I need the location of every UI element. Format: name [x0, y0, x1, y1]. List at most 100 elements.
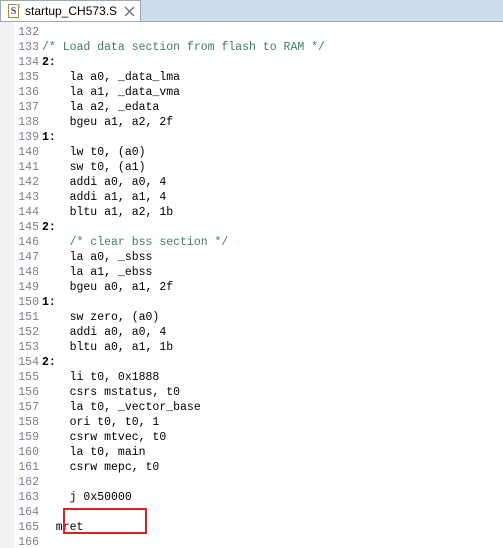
code-line[interactable]: 151 sw zero, (a0) [0, 310, 503, 325]
tab-startup-ch573-s[interactable]: S startup_CH573.S [0, 0, 142, 21]
code-line[interactable]: 155 li t0, 0x1888 [0, 370, 503, 385]
line-number: 160 [18, 446, 39, 459]
code-text: csrw mepc, t0 [42, 461, 160, 474]
assembly-file-icon: S [7, 3, 20, 19]
line-number: 157 [18, 401, 39, 414]
line-number: 156 [18, 386, 39, 399]
line-number: 134 [18, 56, 39, 69]
code-line[interactable]: 140 lw t0, (a0) [0, 145, 503, 160]
code-line[interactable]: 138 bgeu a1, a2, 2f [0, 115, 503, 130]
code-line[interactable]: 149 bgeu a0, a1, 2f [0, 280, 503, 295]
code-line[interactable]: 159 csrw mtvec, t0 [0, 430, 503, 445]
code-text: j 0x50000 [42, 491, 132, 504]
line-number: 132 [18, 26, 39, 39]
code-line[interactable]: 133/* Load data section from flash to RA… [0, 40, 503, 55]
line-number: 148 [18, 266, 39, 279]
code-text: ori t0, t0, 1 [42, 416, 160, 429]
code-text: /* clear bss section */ [42, 236, 229, 249]
code-line[interactable]: 142 addi a0, a0, 4 [0, 175, 503, 190]
code-editor-content[interactable]: 132 133/* Load data section from flash to… [0, 22, 503, 548]
code-text: addi a1, a1, 4 [42, 191, 167, 204]
code-line[interactable]: 158 ori t0, t0, 1 [0, 415, 503, 430]
code-text: sw zero, (a0) [42, 311, 160, 324]
code-text: addi a0, a0, 4 [42, 326, 167, 339]
line-number: 164 [18, 506, 39, 519]
line-number: 153 [18, 341, 39, 354]
code-line[interactable]: 135 la a0, _data_lma [0, 70, 503, 85]
code-line[interactable]: 146 /* clear bss section */ [0, 235, 503, 250]
code-line[interactable]: 136 la a1, _data_vma [0, 85, 503, 100]
code-text: sw t0, (a1) [42, 161, 146, 174]
line-number: 137 [18, 101, 39, 114]
code-line[interactable]: 164 [0, 505, 503, 520]
code-text: bltu a0, a1, 1b [42, 341, 174, 354]
line-number: 143 [18, 191, 39, 204]
code-text: 2: [42, 221, 56, 234]
line-number: 161 [18, 461, 39, 474]
code-text: la a0, _data_lma [42, 71, 181, 84]
close-icon[interactable] [124, 6, 135, 17]
line-number: 154 [18, 356, 39, 369]
code-text: bltu a1, a2, 1b [42, 206, 174, 219]
tab-title: startup_CH573.S [25, 4, 118, 18]
code-line-list: 132 133/* Load data section from flash to… [0, 22, 503, 548]
code-line[interactable]: 143 addi a1, a1, 4 [0, 190, 503, 205]
code-line[interactable]: 153 bltu a0, a1, 1b [0, 340, 503, 355]
line-number: 166 [18, 536, 39, 548]
code-text: bgeu a1, a2, 2f [42, 116, 174, 129]
code-line[interactable]: 132 [0, 25, 503, 40]
code-text: 1: [42, 131, 56, 144]
code-line[interactable]: 134 2: [0, 55, 503, 70]
code-line[interactable]: 154 2: [0, 355, 503, 370]
line-number: 141 [18, 161, 39, 174]
code-line[interactable]: 166 [0, 535, 503, 548]
line-number: 144 [18, 206, 39, 219]
code-line[interactable]: 150 1: [0, 295, 503, 310]
line-number: 165 [18, 521, 39, 534]
line-number: 135 [18, 71, 39, 84]
line-number: 149 [18, 281, 39, 294]
code-line[interactable]: 144 bltu a1, a2, 1b [0, 205, 503, 220]
code-text: csrs mstatus, t0 [42, 386, 181, 399]
code-text: li t0, 0x1888 [42, 371, 160, 384]
line-number: 138 [18, 116, 39, 129]
code-line[interactable]: 147 la a0, _sbss [0, 250, 503, 265]
code-line[interactable]: 141 sw t0, (a1) [0, 160, 503, 175]
code-line[interactable]: 156 csrs mstatus, t0 [0, 385, 503, 400]
code-text: 2: [42, 356, 56, 369]
assembly-file-icon-letter: S [10, 5, 17, 17]
code-text: la a0, _sbss [42, 251, 153, 264]
code-line[interactable]: 161 csrw mepc, t0 [0, 460, 503, 475]
line-number: 159 [18, 431, 39, 444]
code-line[interactable]: 157 la t0, _vector_base [0, 400, 503, 415]
code-text: bgeu a0, a1, 2f [42, 281, 174, 294]
code-line[interactable]: 137 la a2, _edata [0, 100, 503, 115]
code-line[interactable]: 163 j 0x50000 [0, 490, 503, 505]
code-editor-window: S startup_CH573.S 132 133/* Load data sec… [0, 0, 503, 548]
code-line[interactable]: 148 la a1, _ebss [0, 265, 503, 280]
code-text: la t0, _vector_base [42, 401, 201, 414]
code-line[interactable]: 162 [0, 475, 503, 490]
line-number: 151 [18, 311, 39, 324]
code-line[interactable]: 160 la t0, main [0, 445, 503, 460]
code-text: csrw mtvec, t0 [42, 431, 167, 444]
code-line[interactable]: 139 1: [0, 130, 503, 145]
code-text: /* Load data section from flash to RAM *… [42, 41, 325, 54]
line-number: 158 [18, 416, 39, 429]
line-number: 147 [18, 251, 39, 264]
line-number: 133 [18, 41, 39, 54]
code-text: 1: [42, 296, 56, 309]
code-line[interactable]: 145 2: [0, 220, 503, 235]
line-number: 140 [18, 146, 39, 159]
code-line[interactable]: 165 mret [0, 520, 503, 535]
line-number: 146 [18, 236, 39, 249]
line-number: 136 [18, 86, 39, 99]
code-text: la a1, _ebss [42, 266, 153, 279]
line-number: 163 [18, 491, 39, 504]
code-line[interactable]: 152 addi a0, a0, 4 [0, 325, 503, 340]
line-number: 145 [18, 221, 39, 234]
code-text: 2: [42, 56, 56, 69]
line-number: 162 [18, 476, 39, 489]
code-text: mret [42, 521, 84, 534]
code-text: lw t0, (a0) [42, 146, 146, 159]
